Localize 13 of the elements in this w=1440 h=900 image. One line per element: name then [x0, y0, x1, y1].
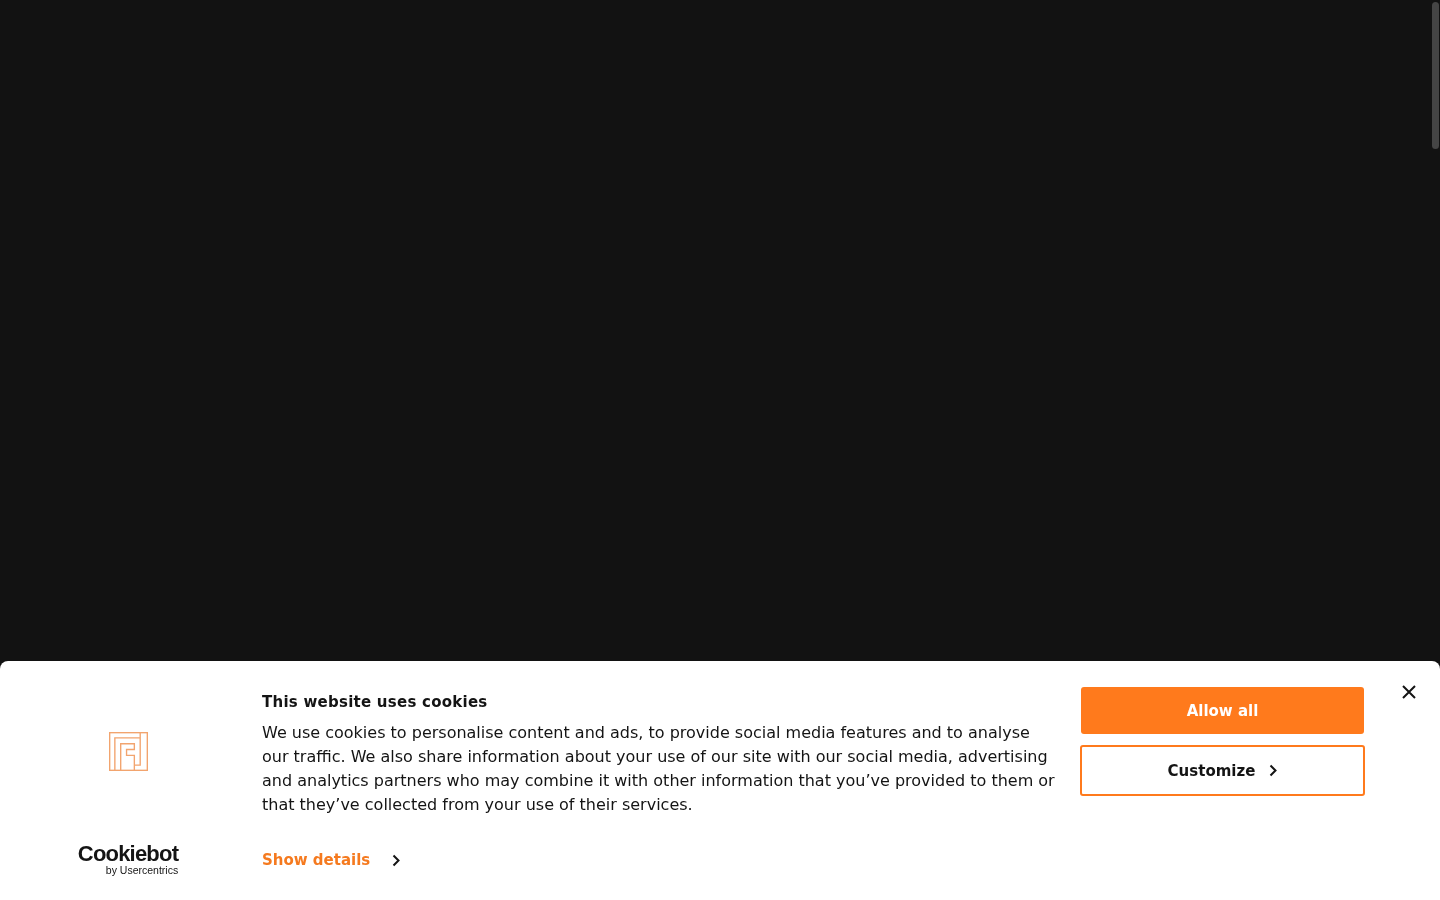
- customize-button[interactable]: Customize: [1080, 745, 1365, 796]
- brand-wordmark: Cookiebot: [77, 844, 179, 864]
- maze-logo-icon: [108, 732, 148, 771]
- close-icon: [1402, 685, 1416, 699]
- banner-text: We use cookies to personalise content and ads, to provide social media features and to analyse our traffic. We also share information about your use of our site with our social media, advertising and analytics partners who may combine it with other information that you’ve provided to them or that they’ve collected from your use of their services.: [262, 722, 1056, 816]
- banner-title: This website uses cookies: [262, 692, 489, 713]
- brand-tagline: by Usercentrics: [105, 864, 179, 876]
- chevron-right-icon: [1269, 764, 1278, 777]
- close-button[interactable]: [1402, 685, 1416, 699]
- allow-all-button[interactable]: Allow all: [1081, 687, 1364, 734]
- scrollbar-thumb[interactable]: [1432, 2, 1439, 149]
- chevron-right-icon: [392, 853, 401, 867]
- show-details-link[interactable]: Show details: [262, 848, 401, 872]
